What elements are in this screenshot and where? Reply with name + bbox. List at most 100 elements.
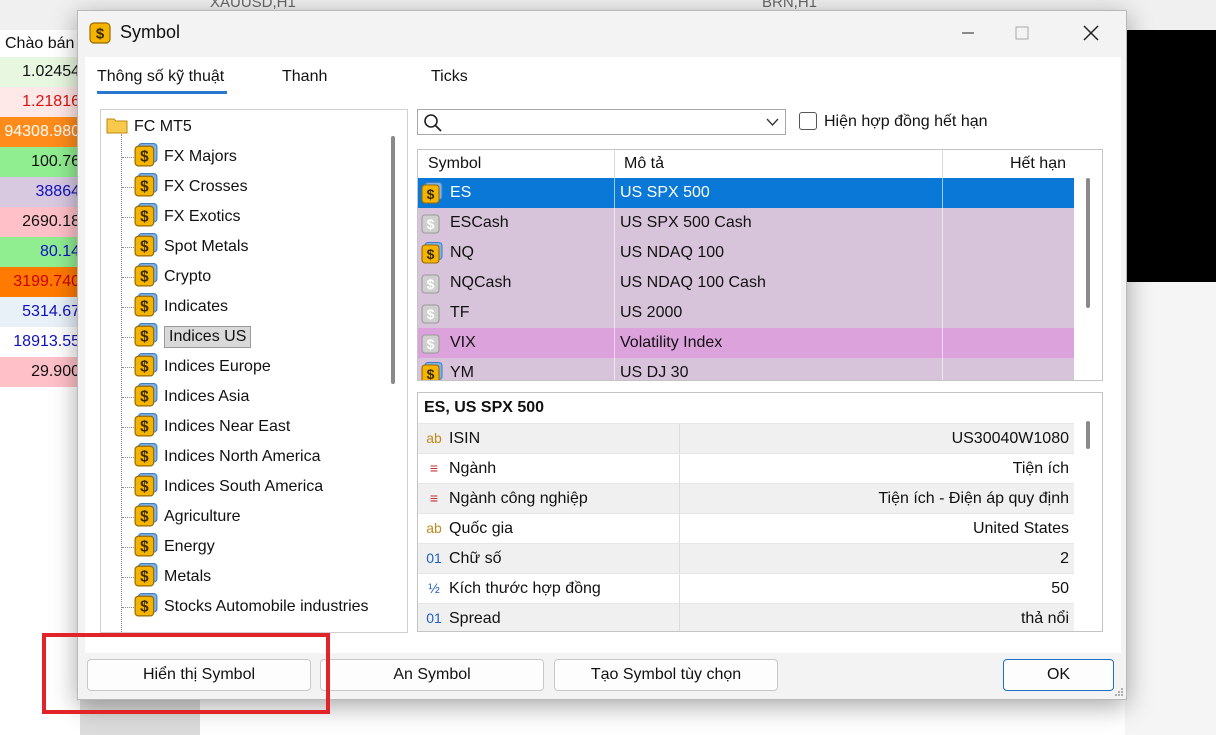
dialog-titlebar[interactable]: $ Symbol	[78, 11, 1126, 55]
column-divider	[614, 328, 615, 358]
property-row[interactable]: 01 Chữ số 2	[418, 543, 1074, 574]
tree-connector	[122, 517, 134, 518]
tree-item-label: FX Crosses	[164, 178, 248, 195]
tree-item-agriculture[interactable]: $ Agriculture	[134, 502, 240, 530]
dollar-icon: $	[134, 292, 158, 322]
svg-text:$: $	[140, 208, 149, 225]
tree-connector	[122, 367, 134, 368]
show-expired-checkbox[interactable]	[799, 112, 817, 130]
tree-connector	[122, 217, 134, 218]
property-row[interactable]: ab ISIN US30040W1080	[418, 423, 1074, 454]
market-watch-row[interactable]: 80.14	[0, 237, 80, 267]
tree-connector	[122, 487, 134, 488]
tree-item-fx-majors[interactable]: $ FX Majors	[134, 142, 237, 172]
tree-connector	[122, 607, 134, 608]
tree-item-indices-near-east[interactable]: $ Indices Near East	[134, 412, 290, 440]
tree-item-stocks-automobile-industries[interactable]: $ Stocks Automobile industries	[134, 592, 369, 620]
tree-item-fx-exotics[interactable]: $ FX Exotics	[134, 202, 240, 230]
column-divider	[942, 268, 943, 298]
minimize-button[interactable]	[938, 11, 998, 55]
market-watch-row[interactable]: 29.900	[0, 357, 80, 387]
tree-item-label: Indices Europe	[164, 358, 271, 375]
tree-item-label: Spot Metals	[164, 238, 249, 255]
gold-dollar-icon: $	[421, 362, 443, 380]
market-watch-row[interactable]: 5314.67	[0, 297, 80, 327]
tree-item-indicates[interactable]: $ Indicates	[134, 292, 228, 322]
tree-item-indices-north-america[interactable]: $ Indices North America	[134, 442, 321, 470]
symbol-code: NQ	[450, 244, 474, 261]
chevron-down-icon[interactable]	[766, 117, 779, 127]
table-scrollbar[interactable]	[1086, 178, 1090, 308]
svg-text:$: $	[140, 448, 149, 465]
background-panel-bottom	[80, 700, 200, 735]
symbol-group-tree[interactable]: FC MT5 $ FX Majors $ FX Crosses $ FX Exotics $…	[100, 109, 408, 633]
symbol-row[interactable]: $ NQCash US NDAQ 100 Cash	[418, 268, 1074, 298]
dollar-icon: $	[134, 142, 158, 172]
property-row[interactable]: ab Quốc gia United States	[418, 513, 1074, 544]
symbol-row[interactable]: $ YM US DJ 30	[418, 358, 1074, 381]
property-value: 2	[1060, 550, 1069, 567]
symbol-row[interactable]: $ VIX Volatility Index	[418, 328, 1074, 358]
symbol-search-box[interactable]	[417, 109, 786, 135]
tree-root-fc-mt5[interactable]: FC MT5	[106, 114, 192, 140]
tab-bars[interactable]: Thanh	[282, 68, 327, 86]
symbol-description: US DJ 30	[620, 364, 689, 381]
fraction-type-icon: ½	[428, 580, 440, 596]
tree-item-indices-south-america[interactable]: $ Indices South America	[134, 472, 323, 500]
hide-symbol-button[interactable]: An Symbol	[320, 659, 544, 691]
ok-button[interactable]: OK	[1003, 659, 1114, 691]
column-header-symbol[interactable]: Symbol	[428, 150, 481, 178]
tree-item-fx-crosses[interactable]: $ FX Crosses	[134, 172, 248, 200]
tree-item-crypto[interactable]: $ Crypto	[134, 262, 211, 290]
symbol-code: ESCash	[450, 214, 509, 231]
maximize-button[interactable]	[992, 11, 1052, 55]
market-watch-row[interactable]: 94308.980	[0, 117, 80, 147]
symbol-row[interactable]: $ NQ US NDAQ 100	[418, 238, 1074, 268]
column-header-expiry[interactable]: Hết hạn	[1010, 150, 1066, 178]
market-watch-price: 18913.55	[13, 333, 80, 350]
svg-text:$: $	[140, 358, 149, 375]
search-input[interactable]	[448, 112, 752, 134]
market-watch-row[interactable]: 1.21816	[0, 87, 80, 117]
property-row[interactable]: ≡ Ngành công nghiệp Tiện ích - Điện áp quy…	[418, 483, 1074, 514]
close-button[interactable]	[1061, 11, 1121, 55]
market-watch-row[interactable]: 100.76	[0, 147, 80, 177]
tree-scrollbar[interactable]	[391, 136, 395, 384]
svg-text:$: $	[140, 298, 149, 315]
tree-item-metals[interactable]: $ Metals	[134, 562, 211, 590]
tab-ticks[interactable]: Ticks	[431, 68, 468, 86]
tree-item-indices-europe[interactable]: $ Indices Europe	[134, 352, 271, 380]
tab-specification[interactable]: Thông số kỹ thuật	[97, 68, 224, 86]
gray-dollar-icon: $	[421, 302, 443, 329]
resize-grip-icon[interactable]	[1114, 687, 1124, 697]
market-watch-row[interactable]: 3199.740	[0, 267, 80, 297]
market-watch-row[interactable]: 18913.55	[0, 327, 80, 357]
properties-scrollbar[interactable]	[1086, 421, 1090, 449]
property-row[interactable]: 01 Spread thả nổi	[418, 603, 1074, 631]
create-custom-symbol-button[interactable]: Tạo Symbol tùy chọn	[554, 659, 778, 691]
svg-text:$: $	[427, 276, 435, 292]
column-divider	[942, 150, 943, 178]
tree-item-indices-asia[interactable]: $ Indices Asia	[134, 382, 249, 410]
market-watch-row[interactable]: 38864	[0, 177, 80, 207]
market-watch-row[interactable]: 1.02454	[0, 57, 80, 87]
column-divider	[942, 358, 943, 380]
market-watch-row[interactable]: 2690.18	[0, 207, 80, 237]
symbol-row[interactable]: $ ES US SPX 500	[418, 178, 1074, 208]
svg-text:$: $	[140, 478, 149, 495]
tree-item-indices-us[interactable]: $ Indices US	[134, 322, 252, 350]
tree-item-spot-metals[interactable]: $ Spot Metals	[134, 232, 249, 260]
column-header-description[interactable]: Mô tả	[624, 150, 664, 178]
property-name: Ngành công nghiệp	[449, 490, 588, 507]
column-divider	[942, 178, 943, 208]
symbol-row[interactable]: $ TF US 2000	[418, 298, 1074, 328]
svg-text:$: $	[140, 418, 149, 435]
property-row[interactable]: ½ Kích thước hợp đồng 50	[418, 573, 1074, 604]
symbol-row[interactable]: $ ESCash US SPX 500 Cash	[418, 208, 1074, 238]
tree-item-energy[interactable]: $ Energy	[134, 532, 215, 560]
property-row[interactable]: ≡ Ngành Tiện ích	[418, 453, 1074, 484]
property-value: Tiện ích	[1012, 460, 1069, 477]
gray-dollar-icon: $	[421, 272, 443, 299]
svg-text:$: $	[427, 186, 435, 202]
show-symbol-button[interactable]: Hiển thị Symbol	[87, 659, 311, 691]
